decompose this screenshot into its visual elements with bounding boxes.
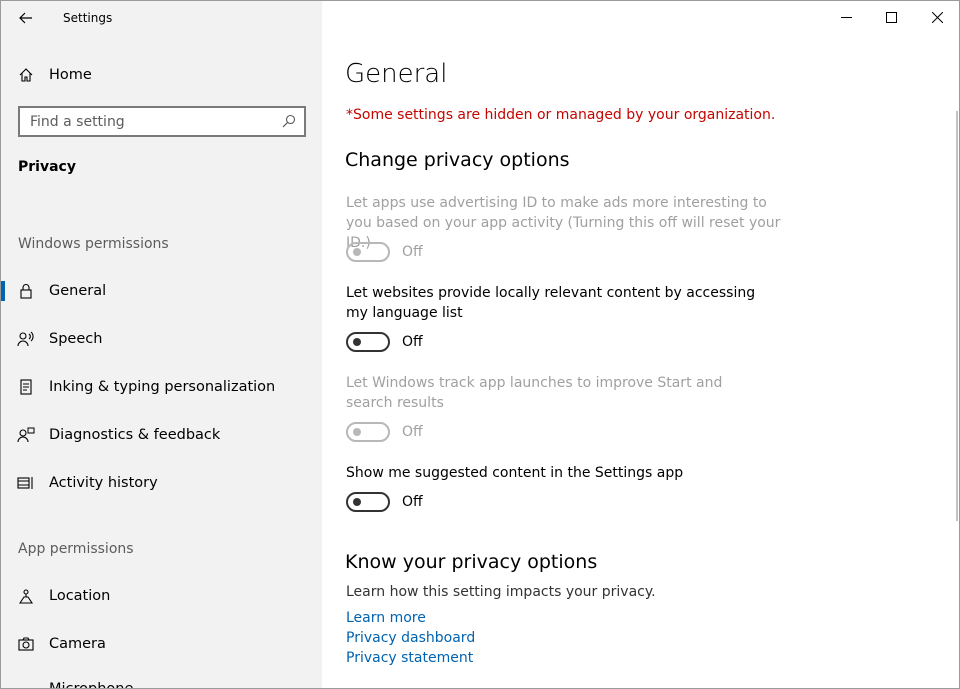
sidebar-item-label: Activity history [49, 475, 158, 491]
sidebar-item-label: Inking & typing personalization [49, 379, 276, 395]
app-launch-toggle[interactable] [346, 422, 390, 442]
advertising-id-toggle[interactable] [346, 242, 390, 262]
sidebar-item-label: General [49, 283, 107, 299]
search-icon[interactable] [282, 114, 296, 128]
toggle-state: Off [402, 244, 423, 260]
inking-icon [17, 378, 35, 396]
sidebar-item-general[interactable]: General [1, 271, 322, 311]
home-icon [17, 66, 35, 84]
option-language-list-text: Let websites provide locally relevant co… [346, 285, 756, 321]
language-list-toggle[interactable] [346, 332, 390, 352]
page-title: General [345, 59, 448, 89]
know-privacy-description: Learn how this setting impacts your priv… [346, 584, 656, 600]
sidebar-item-microphone[interactable]: Microphone [49, 681, 133, 688]
scrollbar[interactable] [956, 111, 958, 521]
sidebar-item-camera[interactable]: Camera [1, 624, 322, 664]
back-button[interactable] [11, 4, 41, 32]
sidebar-item-label: Speech [49, 331, 103, 347]
activity-history-icon [17, 474, 35, 492]
sidebar-item-speech[interactable]: Speech [1, 319, 322, 359]
option-advertising-id-row: Off [346, 242, 423, 262]
privacy-dashboard-link[interactable]: Privacy dashboard [346, 630, 475, 646]
know-privacy-heading: Know your privacy options [345, 551, 598, 573]
location-icon [17, 587, 35, 605]
category-title: Privacy [18, 159, 76, 175]
settings-window: Settings Home Privacy Windows permission… [0, 0, 960, 689]
windows-permissions-heading: Windows permissions [18, 236, 169, 252]
toggle-state: Off [402, 334, 423, 350]
arrow-left-icon [19, 12, 32, 24]
sidebar-item-label: Diagnostics & feedback [49, 427, 221, 443]
toggle-state: Off [402, 424, 423, 440]
search-input[interactable] [20, 108, 270, 135]
diagnostics-icon [17, 426, 35, 444]
option-suggested-content-row: Off [346, 492, 423, 512]
sidebar-item-diagnostics[interactable]: Diagnostics & feedback [1, 415, 322, 455]
option-language-list-row: Off [346, 332, 423, 352]
suggested-content-toggle[interactable] [346, 492, 390, 512]
camera-icon [17, 635, 35, 653]
sidebar-item-location[interactable]: Location [1, 576, 322, 616]
option-app-launch-text: Let Windows track app launches to improv… [346, 375, 723, 411]
sidebar-item-label: Home [49, 67, 92, 83]
main-content: General *Some settings are hidden or man… [322, 1, 959, 688]
app-permissions-heading: App permissions [18, 541, 134, 557]
sidebar-item-inking[interactable]: Inking & typing personalization [1, 367, 322, 407]
search-box[interactable] [18, 106, 306, 137]
privacy-statement-link[interactable]: Privacy statement [346, 650, 473, 666]
sidebar: Settings Home Privacy Windows permission… [1, 1, 322, 688]
change-privacy-heading: Change privacy options [345, 149, 570, 171]
sidebar-item-label: Location [49, 588, 111, 604]
app-title: Settings [63, 11, 113, 25]
sidebar-item-home[interactable]: Home [1, 55, 322, 95]
lock-icon [17, 282, 35, 300]
option-app-launch-row: Off [346, 422, 423, 442]
learn-more-link[interactable]: Learn more [346, 610, 426, 626]
speech-icon [17, 330, 35, 348]
sidebar-item-activity-history[interactable]: Activity history [1, 463, 322, 503]
toggle-state: Off [402, 494, 423, 510]
sidebar-item-label: Camera [49, 636, 106, 652]
managed-notice: *Some settings are hidden or managed by … [346, 107, 776, 123]
option-suggested-content-text: Show me suggested content in the Setting… [346, 465, 684, 481]
